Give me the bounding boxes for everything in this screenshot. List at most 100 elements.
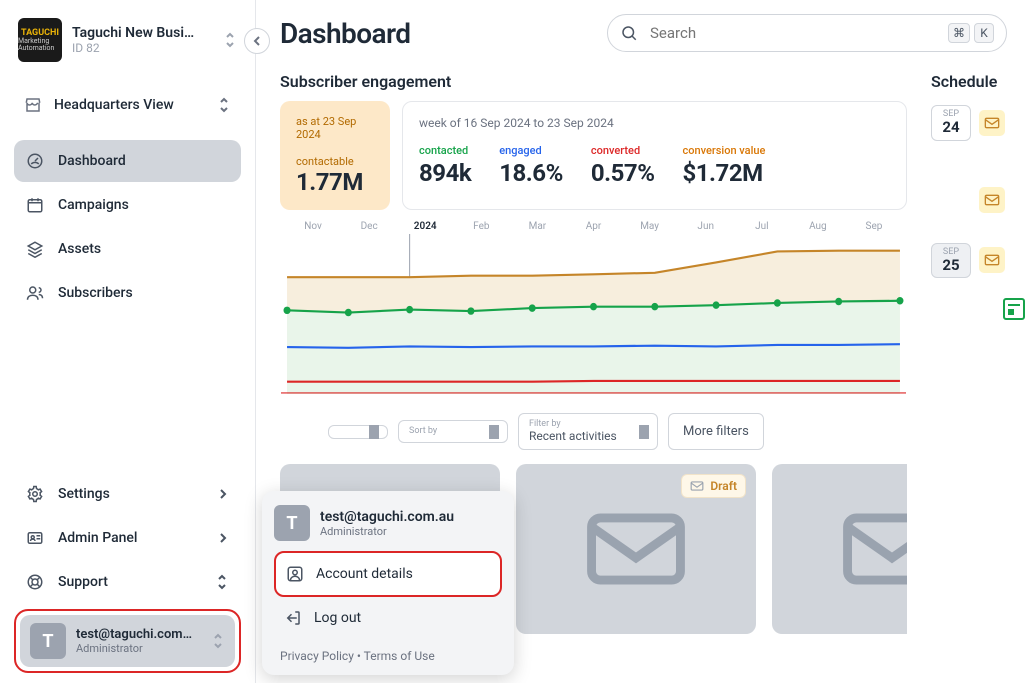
date-day: 25 [932,257,970,274]
nav-dashboard[interactable]: Dashboard [14,140,241,182]
popover-role: Administrator [320,525,454,538]
user-role: Administrator [76,642,201,655]
gear-icon [26,485,44,503]
nav-subscribers[interactable]: Subscribers [14,272,241,314]
sort-select[interactable]: Sort by [398,420,508,443]
date-pill: SEP 25 [931,243,971,279]
chevron-updown-icon [369,424,381,440]
nav-label: Campaigns [58,197,129,213]
users-icon [26,284,44,302]
date-pill: SEP 24 [931,105,971,141]
org-switcher[interactable]: TAGUCHIMarketing Automation Taguchi New … [14,14,241,66]
nav-label: Dashboard [58,153,126,169]
mail-icon [979,247,1005,273]
popover-item-label: Account details [316,566,413,582]
org-subtitle: ID 82 [72,41,213,55]
contactable-value: 1.77M [296,168,374,196]
select-label: Sort by [409,427,479,436]
kbd-k: K [974,23,994,43]
metric-value: 0.57% [591,159,655,187]
collapse-sidebar-button[interactable] [244,28,270,54]
avatar: T [274,505,310,541]
metric-label: engaged [499,144,563,157]
chevron-updown-icon [211,632,225,650]
metric-label: conversion value [682,144,765,157]
schedule-item[interactable]: SEP 25 [931,243,1025,279]
metric-value: $1.72M [682,159,765,187]
calendar-icon [26,196,44,214]
popover-email: test@taguchi.com.au [320,509,454,525]
kbd-cmd: ⌘ [948,23,970,43]
nav-campaigns[interactable]: Campaigns [14,184,241,226]
calendar-go-icon[interactable] [1003,298,1025,320]
filter-row: Sort by Filter by Recent activities More… [280,413,907,450]
nav-support[interactable]: Support [14,561,241,603]
nav-assets[interactable]: Assets [14,228,241,270]
chevron-right-icon [217,532,229,544]
chevron-left-icon [251,35,263,47]
nav-admin[interactable]: Admin Panel [14,517,241,559]
id-icon [26,529,44,547]
nav-label: Subscribers [58,285,133,301]
chevron-updown-icon [639,424,651,440]
nav-label: Assets [58,241,101,257]
envelope-icon [581,509,691,589]
filter-select[interactable]: Filter by Recent activities [518,413,658,450]
search-shortcut: ⌘ K [948,23,994,43]
user-square-icon [286,565,304,583]
account-details-button[interactable]: Account details [274,551,502,597]
asat-label: as at 23 Sep 2024 [296,115,374,141]
view-switcher[interactable]: Headquarters View [14,88,241,122]
week-card: week of 16 Sep 2024 to 23 Sep 2024 conta… [402,101,907,210]
primary-nav: Dashboard Campaigns Assets Subscribers [14,140,241,314]
draft-badge: Draft [681,474,746,498]
schedule-heading: Schedule [931,72,1025,91]
popover-item-label: Log out [314,610,361,626]
chevron-right-icon [217,488,229,500]
envelope-icon [690,479,704,493]
nav-label: Admin Panel [58,530,137,546]
schedule-rail: Schedule SEP 24 SEP 25 [931,60,1031,683]
topbar: Dashboard ⌘ K [256,0,1031,60]
mail-icon [979,187,1005,213]
logout-button[interactable]: Log out [274,597,502,639]
stats-row: as at 23 Sep 2024 contactable 1.77M week… [280,101,907,210]
chevron-updown-icon [217,96,231,114]
metric-label: converted [591,144,655,157]
badge-label: Draft [710,479,737,493]
gauge-icon [26,152,44,170]
popover-footer[interactable]: Privacy Policy • Terms of Use [274,639,502,663]
more-filters-button[interactable]: More filters [668,413,764,450]
storefront-icon [24,96,42,114]
metric-label: contacted [419,144,471,157]
engagement-chart[interactable]: NovDec2024FebMarAprMayJunJulAugSep [280,220,907,395]
contactable-label: contactable [296,155,374,168]
user-email: test@taguchi.com… [76,627,201,642]
metric-conversion-value: conversion value $1.72M [682,144,765,187]
schedule-item[interactable] [931,187,1025,213]
user-menu-highlight: T test@taguchi.com… Administrator [14,609,241,673]
logout-icon [284,609,302,627]
schedule-item[interactable]: SEP 24 [931,105,1025,141]
org-logo: TAGUCHIMarketing Automation [18,18,62,62]
select-label: Filter by [529,420,629,429]
asat-card: as at 23 Sep 2024 contactable 1.77M [280,101,390,210]
nav-settings[interactable]: Settings [14,473,241,515]
search-icon [620,24,638,42]
user-menu-button[interactable]: T test@taguchi.com… Administrator [20,615,235,667]
asset-card[interactable]: Draft [772,464,907,634]
user-popover: T test@taguchi.com.au Administrator Acco… [262,491,514,675]
search-box[interactable]: ⌘ K [607,14,1007,52]
popover-user: T test@taguchi.com.au Administrator [274,505,502,541]
avatar: T [30,623,66,659]
unknown-select[interactable] [328,425,388,439]
asset-card[interactable]: Draft [516,464,756,634]
lifebuoy-icon [26,573,44,591]
mail-icon [979,110,1005,136]
engagement-heading: Subscriber engagement [280,72,907,91]
nav-label: Settings [58,486,110,502]
view-label: Headquarters View [54,97,174,113]
search-input[interactable] [648,23,938,43]
metric-value: 18.6% [499,159,563,187]
metric-value: 894k [419,159,471,187]
